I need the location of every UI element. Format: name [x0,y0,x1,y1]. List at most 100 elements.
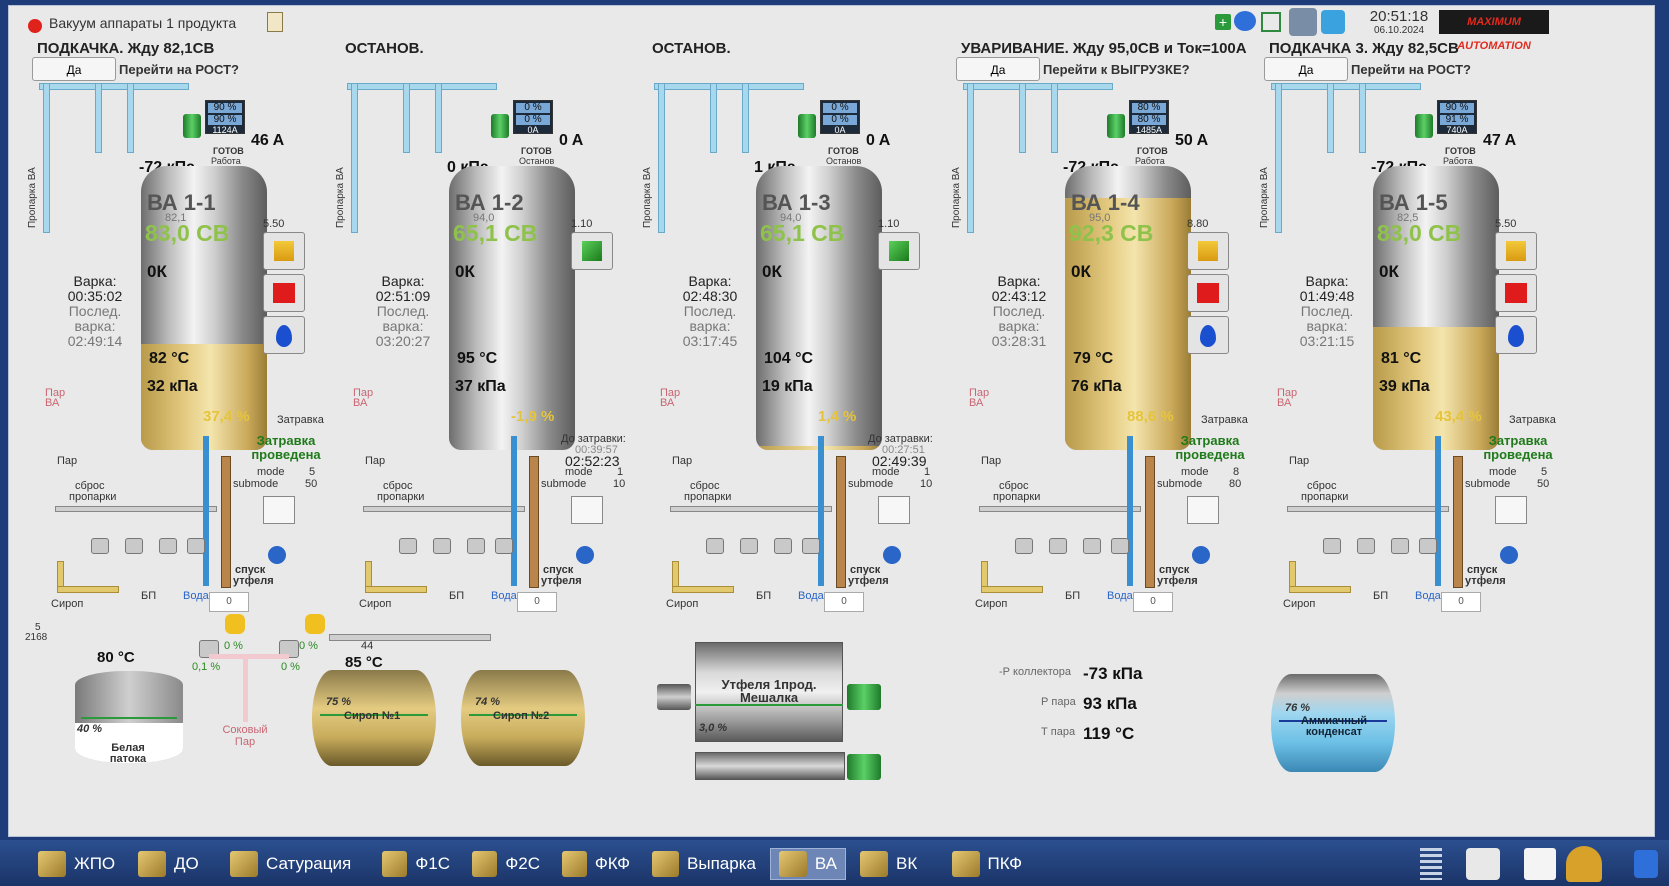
engineer-icon[interactable] [1566,846,1602,882]
valve[interactable] [740,538,758,554]
discharge-gauge[interactable]: 0 [209,592,249,612]
play-button[interactable] [878,232,920,270]
valve[interactable] [187,538,205,554]
valve[interactable] [1049,538,1067,554]
lock-icon[interactable] [1634,850,1658,878]
pump-motor[interactable] [491,114,509,138]
menu-icon[interactable] [1420,848,1442,880]
play-button[interactable] [571,232,613,270]
valve[interactable] [774,538,792,554]
valve[interactable] [1357,538,1375,554]
stop-button[interactable] [1187,274,1229,312]
trend-icon[interactable] [1495,496,1527,524]
water-drops-button[interactable] [1495,316,1537,354]
hand-icon[interactable] [225,614,245,634]
valve[interactable] [1083,538,1101,554]
pump-motor[interactable] [798,114,816,138]
stop-button[interactable] [263,274,305,312]
mixer-motor-left[interactable] [657,684,691,710]
telegram-icon[interactable] [1321,10,1345,34]
drive-screen[interactable]: 0 % 0 % 0A [513,100,553,135]
gear-icon[interactable] [876,540,908,570]
pause-button[interactable] [1187,232,1229,270]
hand-icon[interactable] [305,614,325,634]
last-time: 03:28:31 [991,333,1047,349]
valve[interactable] [1419,538,1437,554]
water-drops-button[interactable] [1187,316,1229,354]
mixer-tank[interactable]: Утфеля 1прод. Мешалка 3,0 % [695,642,843,742]
confirm-button-5[interactable]: Да [1264,57,1348,81]
taskbar-item-9[interactable]: ВК [852,848,938,880]
varka-block: Варка: 01:49:48 Послед. варка: 03:21:15 [1277,274,1377,349]
taskbar-item-1[interactable]: ЖПО [30,848,124,880]
sirop1-tank[interactable]: 75 % Сироп №1 [312,670,436,766]
valve[interactable] [495,538,513,554]
trend-icon[interactable] [263,496,295,524]
valve[interactable] [706,538,724,554]
drive-screen[interactable]: 0 % 0 % 0A [820,100,860,135]
valve[interactable] [1323,538,1341,554]
valve[interactable] [467,538,485,554]
close-icon[interactable] [28,19,42,33]
chat-icon[interactable] [1234,11,1256,31]
confirm-button-4[interactable]: Да [956,57,1040,81]
trend-icon[interactable] [878,496,910,524]
zatravka-status-b: проведена [251,447,321,462]
valve[interactable] [433,538,451,554]
gear-icon[interactable] [1185,540,1217,570]
trend-icon[interactable] [1524,848,1556,880]
drive-screen[interactable]: 90 % 90 % 1124A [205,100,245,135]
taskbar-item-4[interactable]: Ф1С [374,848,458,880]
patoka-tank[interactable]: 40 % Белая патока [75,671,183,765]
vessel-header-4: УВАРИВАНИЕ. Жду 95,0СВ и Ток=100А [961,40,1247,57]
taskbar-item-3[interactable]: Сатурация [222,848,368,880]
taskbar-item-6[interactable]: ФКФ [554,848,638,880]
valve[interactable] [125,538,143,554]
stop-button[interactable] [1495,274,1537,312]
gear-icon[interactable] [569,540,601,570]
pause-button[interactable] [1495,232,1537,270]
trend-icon[interactable] [571,496,603,524]
user-icon[interactable] [1289,8,1317,36]
taskbar-item-2[interactable]: ДО [130,848,216,880]
plus-icon[interactable]: + [1215,14,1231,30]
discharge-gauge[interactable]: 0 [1441,592,1481,612]
water-drops-button[interactable] [263,316,305,354]
pump-motor[interactable] [183,114,201,138]
taskbar-item-7[interactable]: Выпарка [644,848,764,880]
clipboard-icon[interactable] [267,12,283,32]
discharge-gauge[interactable]: 0 [824,592,864,612]
valve[interactable] [399,538,417,554]
network-icon[interactable] [1261,12,1281,32]
drive-screen[interactable]: 80 % 80 % 1485A [1129,100,1169,135]
trend-icon[interactable] [1187,496,1219,524]
valve[interactable] [1391,538,1409,554]
discharge-gauge[interactable]: 0 [517,592,557,612]
gear-icon[interactable] [261,540,293,570]
valve[interactable] [91,538,109,554]
valve[interactable] [802,538,820,554]
sok-pipe-h [209,654,289,659]
mixer-motor-right[interactable] [847,684,881,710]
ammonia-tank[interactable]: 76 % Аммиачный конденсат [1271,674,1395,772]
pause-button[interactable] [263,232,305,270]
discharge-gauge[interactable]: 0 [1133,592,1173,612]
valve[interactable] [159,538,177,554]
zatravka-small: Затравка [1201,414,1248,426]
pump-motor[interactable] [1415,114,1433,138]
pump-motor[interactable] [1107,114,1125,138]
taskbar-item-8[interactable]: ВА [770,848,846,880]
gear-icon[interactable] [1493,540,1525,570]
settings-icon[interactable] [1466,848,1500,880]
taskbar-item-5[interactable]: Ф2С [464,848,548,880]
zatravka-status: Затравка проведена [249,434,323,462]
confirm-button-1[interactable]: Да [32,57,116,81]
valve[interactable] [1015,538,1033,554]
bp-label: БП [756,590,772,602]
sok-pipe [243,654,248,722]
mixer-motor-bottom[interactable] [847,754,881,780]
valve[interactable] [1111,538,1129,554]
sirop2-tank[interactable]: 74 % Сироп №2 [461,670,585,766]
taskbar-item-10[interactable]: ПКФ [944,848,1030,880]
drive-screen[interactable]: 90 % 91 % 740A [1437,100,1477,135]
